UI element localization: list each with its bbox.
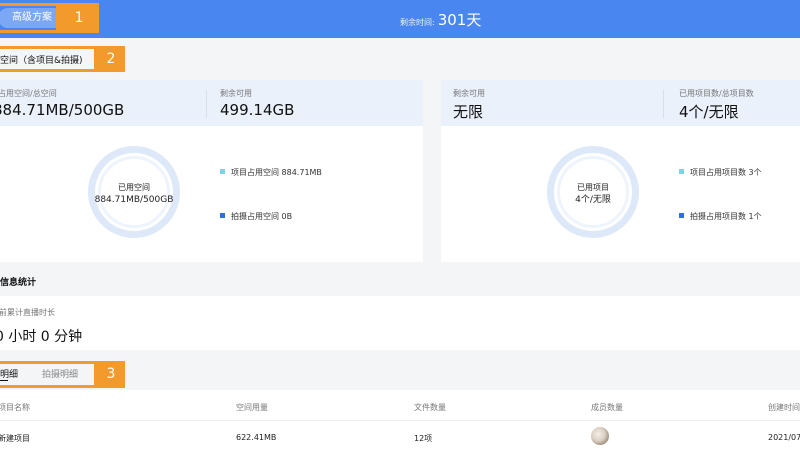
legend-dot-icon	[679, 169, 684, 174]
column-header-name: 项目名称	[0, 403, 30, 412]
used-space-value: 884.71MB/500GB	[0, 101, 125, 119]
live-duration-label: 前累计直播时长	[0, 308, 55, 317]
storage-legend-shoot: 拍摄占用空间 0B	[231, 212, 293, 221]
projects-donut-value: 4个/无限	[575, 195, 611, 205]
stat-divider	[663, 90, 664, 118]
active-tab-indicator	[0, 380, 8, 381]
available-space-label: 剩余可用	[220, 89, 252, 98]
column-header-space: 空间用量	[236, 403, 268, 412]
member-avatar[interactable]	[591, 427, 609, 445]
projects-legend-project: 项目占用项目数 3个	[690, 168, 762, 177]
annotation-number-2: 2	[97, 46, 125, 72]
projects-donut-center: 已用项目 4个/无限	[543, 181, 643, 207]
legend-dot-icon	[679, 213, 684, 218]
projects-legend-item: 拍摄占用项目数 1个	[679, 211, 762, 222]
projects-legend-shoot: 拍摄占用项目数 1个	[690, 212, 762, 221]
table-divider	[0, 420, 800, 421]
cell-space-usage: 622.41MB	[236, 433, 277, 442]
live-duration-value: 0 小时 0 分钟	[0, 329, 83, 345]
projects-available-value: 无限	[453, 103, 484, 121]
projects-legend-item: 项目占用项目数 3个	[679, 167, 762, 178]
tab-shoot-details[interactable]: 拍摄明细	[42, 367, 78, 380]
storage-donut-label: 已用空间	[118, 183, 150, 192]
column-header-files: 文件数量	[414, 403, 446, 412]
plan-button[interactable]: 高级方案	[0, 8, 66, 28]
projects-available-label: 剩余可用	[453, 89, 485, 98]
projects-donut-label: 已用项目	[577, 183, 609, 192]
used-space-label: 占用空间/总空间	[0, 89, 57, 98]
remaining-time: 剩余时间: 301天	[400, 9, 481, 30]
project-count-value: 4个/无限	[679, 103, 739, 121]
stat-divider	[206, 90, 207, 118]
storage-section-title: 空间（含项目&拍摄)	[0, 56, 83, 66]
annotation-number-1: 1	[59, 3, 99, 33]
available-space-value: 499.14GB	[220, 101, 295, 119]
cell-project-name[interactable]: 新建项目	[0, 433, 30, 444]
storage-card: 占用空间/总空间 884.71MB/500GB 剩余可用 499.14GB 已用…	[0, 80, 423, 262]
info-section-title: 信息统计	[0, 278, 37, 288]
remaining-time-label: 剩余时间:	[400, 18, 435, 27]
legend-dot-icon	[220, 169, 225, 174]
storage-donut-value: 884.71MB/500GB	[94, 195, 174, 205]
tab-project-details[interactable]: 明细	[0, 367, 18, 380]
cell-created-time: 2021/07/	[768, 433, 800, 442]
legend-dot-icon	[220, 213, 225, 218]
cell-file-count: 12项	[414, 434, 433, 443]
details-table: 项目名称 空间用量 文件数量 成员数量 创建时间 新建项目 622.41MB 1…	[0, 390, 800, 466]
storage-donut-center: 已用空间 884.71MB/500GB	[84, 181, 184, 207]
column-header-members: 成员数量	[591, 403, 623, 412]
storage-legend-project: 项目占用空间 884.71MB	[231, 168, 322, 177]
remaining-time-value: 301天	[437, 11, 482, 29]
storage-legend-item: 项目占用空间 884.71MB	[220, 167, 322, 178]
projects-card-header	[441, 80, 800, 126]
info-panel: 前累计直播时长 0 小时 0 分钟	[0, 296, 800, 350]
project-count-label: 已用项目数/总项目数	[679, 89, 754, 98]
projects-card: 剩余可用 无限 已用项目数/总项目数 4个/无限 已用项目 4个/无限 项目占用…	[441, 80, 800, 262]
annotation-number-3: 3	[97, 361, 125, 388]
top-bar: 高级方案 剩余时间: 301天	[0, 0, 800, 38]
column-header-created: 创建时间	[768, 403, 800, 412]
storage-legend-item: 拍摄占用空间 0B	[220, 211, 292, 222]
